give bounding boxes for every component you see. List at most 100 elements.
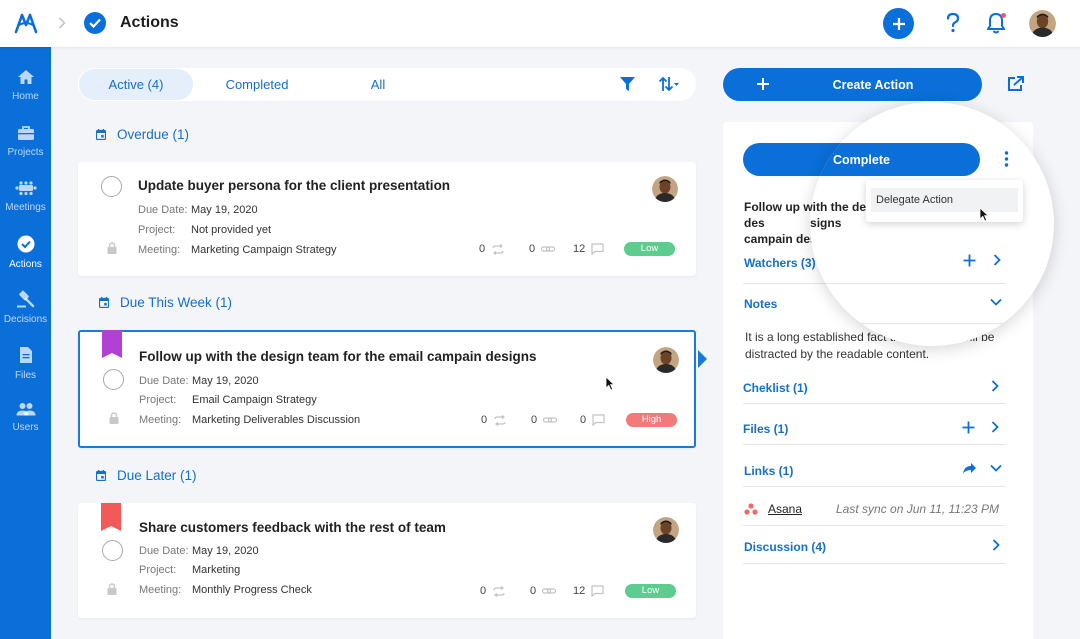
complete-button-magnified[interactable]: Complete	[810, 143, 980, 176]
section-due-this-week[interactable]: Due This Week (1)	[99, 295, 232, 310]
discussion-row[interactable]: Discussion (4)	[744, 540, 826, 554]
breadcrumb-chevron-icon	[58, 17, 66, 29]
meeting-value: Monthly Progress Check	[192, 584, 312, 596]
comment-icon	[591, 585, 604, 597]
divider	[810, 323, 1005, 324]
sidebar-item-label: Files	[14, 370, 37, 381]
flag-icon	[102, 330, 122, 358]
notes-row[interactable]: Notes	[744, 297, 777, 311]
help-icon[interactable]	[945, 12, 961, 34]
create-action-button[interactable]: Create Action	[723, 68, 982, 101]
checklist-row[interactable]: Cheklist (1)	[743, 381, 808, 395]
sidebar-item-meetings[interactable]: Meetings	[0, 178, 51, 228]
chevron-right-icon[interactable]	[992, 539, 1000, 551]
action-card-2[interactable]: Follow up with the design team for the e…	[78, 330, 696, 448]
comment-icon	[591, 243, 604, 255]
sidebar-item-users[interactable]: Users	[0, 400, 51, 450]
complete-checkbox[interactable]	[103, 369, 124, 390]
chevron-down-icon[interactable]	[990, 298, 1002, 306]
chevron-down-icon[interactable]	[990, 464, 1002, 472]
sync-status: Last sync on Jun 11, 11:23 PM	[836, 502, 999, 516]
chevron-right-icon[interactable]	[991, 421, 999, 433]
divider	[743, 563, 1005, 564]
links-count: 0	[530, 585, 557, 597]
project-label: Project:	[139, 564, 177, 576]
lock-icon	[107, 583, 117, 595]
user-avatar[interactable]	[1029, 10, 1056, 37]
calendar-icon	[96, 470, 106, 481]
section-overdue-label: Overdue (1)	[117, 127, 190, 142]
assignee-avatar[interactable]	[652, 176, 678, 202]
assignee-avatar[interactable]	[653, 517, 679, 543]
assignee-avatar[interactable]	[653, 347, 679, 373]
project-value: Not provided yet	[191, 224, 272, 236]
sidebar-item-decisions[interactable]: Decisions	[0, 288, 51, 338]
filter-icon[interactable]	[619, 76, 636, 92]
due-date-label: Due Date:	[138, 204, 188, 216]
action-card-3[interactable]: Share customers feedback with the rest o…	[78, 503, 696, 618]
more-options-icon[interactable]	[1004, 151, 1009, 167]
sidebar-item-actions[interactable]: Actions	[0, 233, 51, 283]
watchers-row-magnified[interactable]: Watchers (3)	[810, 256, 816, 270]
app-logo[interactable]	[14, 12, 38, 34]
lock-icon	[107, 242, 117, 254]
notification-dot	[1001, 13, 1006, 18]
check-circle-icon	[17, 235, 34, 253]
section-due-later[interactable]: Due Later (1)	[96, 468, 197, 483]
section-this-week-label: Due This Week (1)	[120, 295, 233, 310]
link-icon	[541, 246, 556, 252]
add-button[interactable]	[883, 8, 914, 39]
links-count: 0	[531, 414, 558, 426]
sidebar-item-home[interactable]: Home	[0, 67, 51, 117]
tab-all[interactable]: All	[324, 69, 432, 100]
asana-link[interactable]: Asana	[768, 502, 802, 516]
due-date-label: Due Date:	[139, 375, 189, 387]
project-value: Email Campaign Strategy	[192, 394, 317, 406]
add-watcher-icon[interactable]	[963, 254, 976, 267]
priority-badge: Low	[624, 242, 675, 256]
links-count: 0	[529, 243, 556, 255]
section-overdue[interactable]: Overdue (1)	[96, 127, 189, 142]
watchers-row[interactable]: Watchers (3)	[744, 256, 816, 270]
magnifier-overlay: Complete Follow up with the descampain d…	[810, 102, 1054, 346]
filter-bar: Active (4) Completed All	[78, 68, 696, 101]
chevron-right-icon[interactable]	[993, 254, 1001, 266]
priority-badge: Low	[625, 584, 676, 598]
due-date-value: May 19, 2020	[192, 375, 259, 387]
chevron-right-icon[interactable]	[991, 380, 999, 392]
export-icon[interactable]	[1007, 75, 1025, 92]
action-title: Follow up with the design team for the e…	[139, 349, 537, 364]
repeat-icon	[493, 585, 505, 597]
comment-icon	[592, 414, 605, 426]
comments-count: 0	[580, 414, 605, 426]
complete-checkbox[interactable]	[102, 540, 123, 561]
comments-count: 12	[573, 243, 604, 255]
plus-icon	[892, 17, 905, 30]
tab-active[interactable]: Active (4)	[79, 69, 193, 100]
gavel-icon	[16, 290, 34, 308]
complete-checkbox[interactable]	[101, 176, 122, 197]
sidebar-item-label: Projects	[7, 147, 44, 158]
sort-icon[interactable]	[658, 76, 680, 92]
due-date-value: May 19, 2020	[191, 204, 258, 216]
sidebar-item-files[interactable]: Files	[0, 344, 51, 394]
sidebar-item-label: Meetings	[5, 202, 46, 213]
recurring-count: 0	[481, 414, 507, 426]
delegate-action-item[interactable]: Delegate Action	[871, 188, 1018, 212]
links-row[interactable]: Links (1)	[744, 464, 793, 478]
selected-indicator	[698, 350, 707, 368]
tab-completed[interactable]: Completed	[202, 69, 312, 100]
add-file-icon[interactable]	[962, 421, 975, 434]
action-card-1[interactable]: Update buyer persona for the client pres…	[78, 162, 696, 276]
section-later-label: Due Later (1)	[117, 468, 197, 483]
share-icon[interactable]	[962, 462, 977, 475]
files-row[interactable]: Files (1)	[743, 422, 788, 436]
project-label: Project:	[138, 224, 176, 236]
top-bar: Actions	[0, 0, 1080, 47]
file-icon	[19, 347, 32, 363]
briefcase-icon	[17, 126, 34, 140]
meeting-label: Meeting:	[139, 414, 182, 426]
sidebar-item-projects[interactable]: Projects	[0, 123, 51, 173]
divider	[743, 525, 1005, 526]
sidebar-item-label: Users	[12, 422, 39, 433]
